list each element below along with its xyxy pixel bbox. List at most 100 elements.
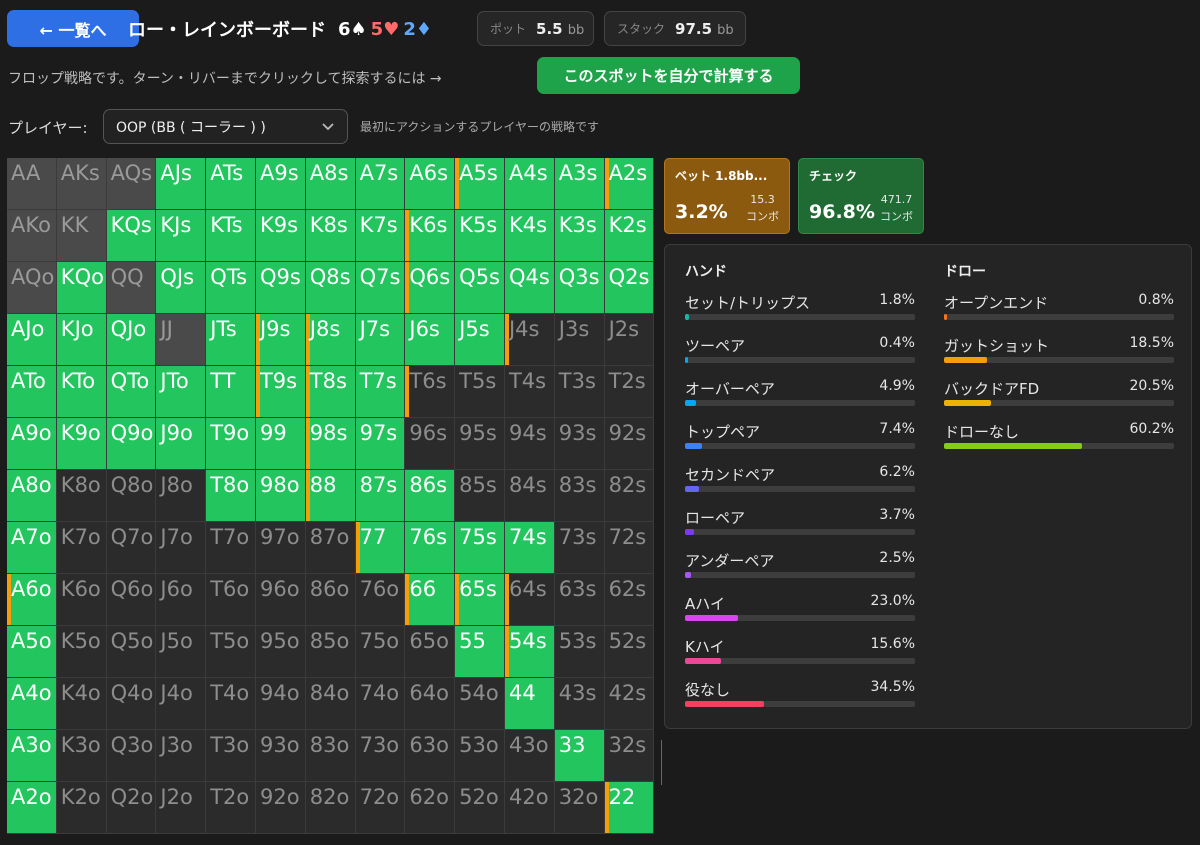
hand-cell-K5s[interactable]: K5s (455, 210, 505, 262)
hand-cell-95o[interactable]: 95o (255, 626, 306, 678)
hand-cell-95s[interactable]: 95s (455, 418, 505, 470)
hand-cell-QQ[interactable]: QQ (106, 262, 157, 314)
hand-cell-J3o[interactable]: J3o (156, 730, 207, 782)
hand-cell-Q2o[interactable]: Q2o (106, 782, 157, 834)
category-row[interactable]: アンダーペア 2.5% (685, 550, 915, 593)
hand-cell-J2s[interactable]: J2s (604, 314, 655, 366)
hand-cell-K4o[interactable]: K4o (56, 678, 107, 730)
hand-cell-J7o[interactable]: J7o (156, 522, 207, 574)
hand-cell-63s[interactable]: 63s (554, 574, 605, 626)
hand-cell-87s[interactable]: 87s (355, 470, 406, 522)
hand-cell-T3o[interactable]: T3o (206, 730, 256, 782)
hand-cell-53s[interactable]: 53s (554, 626, 605, 678)
hand-cell-JJ[interactable]: JJ (156, 314, 207, 366)
hand-cell-AKo[interactable]: AKo (7, 210, 57, 262)
hand-cell-T8s[interactable]: T8s (305, 366, 356, 418)
hand-cell-42o[interactable]: 42o (504, 782, 555, 834)
hand-cell-92o[interactable]: 92o (255, 782, 306, 834)
hand-cell-K2o[interactable]: K2o (56, 782, 107, 834)
hand-cell-T5s[interactable]: T5s (455, 366, 505, 418)
hand-cell-A2o[interactable]: A2o (7, 782, 57, 834)
hand-cell-74s[interactable]: 74s (504, 522, 555, 574)
hand-cell-J7s[interactable]: J7s (355, 314, 406, 366)
calculate-spot-button[interactable]: このスポットを自分で計算する (537, 57, 800, 94)
hand-cell-93s[interactable]: 93s (554, 418, 605, 470)
hand-cell-82o[interactable]: 82o (305, 782, 356, 834)
hand-cell-97o[interactable]: 97o (255, 522, 306, 574)
hand-cell-82s[interactable]: 82s (604, 470, 655, 522)
hand-cell-Q8o[interactable]: Q8o (106, 470, 157, 522)
hand-cell-T6o[interactable]: T6o (206, 574, 256, 626)
hand-cell-K3s[interactable]: K3s (554, 210, 605, 262)
hand-cell-88[interactable]: 88 (305, 470, 356, 522)
hand-cell-A4o[interactable]: A4o (7, 678, 57, 730)
hand-cell-86o[interactable]: 86o (305, 574, 356, 626)
category-row[interactable]: オーバーペア 4.9% (685, 378, 915, 421)
hand-cell-72o[interactable]: 72o (355, 782, 406, 834)
hand-cell-J5s[interactable]: J5s (455, 314, 505, 366)
hand-cell-J4o[interactable]: J4o (156, 678, 207, 730)
hand-cell-A4s[interactable]: A4s (504, 158, 555, 210)
hand-cell-K6o[interactable]: K6o (56, 574, 107, 626)
hand-cell-KQo[interactable]: KQo (56, 262, 107, 314)
hand-cell-KK[interactable]: KK (56, 210, 107, 262)
hand-cell-T5o[interactable]: T5o (206, 626, 256, 678)
hand-cell-85o[interactable]: 85o (305, 626, 356, 678)
hand-cell-83o[interactable]: 83o (305, 730, 356, 782)
hand-cell-A5s[interactable]: A5s (455, 158, 505, 210)
hand-cell-AA[interactable]: AA (7, 158, 57, 210)
hand-cell-ATs[interactable]: ATs (206, 158, 256, 210)
category-row[interactable]: ガットショット 18.5% (944, 335, 1174, 378)
hand-cell-J6s[interactable]: J6s (405, 314, 456, 366)
hand-cell-Q6s[interactable]: Q6s (405, 262, 456, 314)
hand-cell-98s[interactable]: 98s (305, 418, 356, 470)
hand-cell-93o[interactable]: 93o (255, 730, 306, 782)
hand-cell-T2o[interactable]: T2o (206, 782, 256, 834)
hand-cell-AJs[interactable]: AJs (156, 158, 207, 210)
hand-cell-44[interactable]: 44 (504, 678, 555, 730)
category-row[interactable]: バックドアFD 20.5% (944, 378, 1174, 421)
hand-cell-K5o[interactable]: K5o (56, 626, 107, 678)
hand-cell-83s[interactable]: 83s (554, 470, 605, 522)
hand-cell-J8s[interactable]: J8s (305, 314, 356, 366)
hand-cell-T7s[interactable]: T7s (355, 366, 406, 418)
hand-cell-94s[interactable]: 94s (504, 418, 555, 470)
hand-cell-22[interactable]: 22 (604, 782, 655, 834)
hand-cell-52s[interactable]: 52s (604, 626, 655, 678)
hand-cell-64o[interactable]: 64o (405, 678, 456, 730)
hand-cell-K3o[interactable]: K3o (56, 730, 107, 782)
hand-cell-Q9s[interactable]: Q9s (255, 262, 306, 314)
category-row[interactable]: セカンドペア 6.2% (685, 464, 915, 507)
category-row[interactable]: Aハイ 23.0% (685, 593, 915, 636)
hand-cell-72s[interactable]: 72s (604, 522, 655, 574)
hand-cell-87o[interactable]: 87o (305, 522, 356, 574)
hand-cell-KQs[interactable]: KQs (106, 210, 157, 262)
hand-cell-Q7s[interactable]: Q7s (355, 262, 406, 314)
hand-cell-62s[interactable]: 62s (604, 574, 655, 626)
hand-cell-Q4s[interactable]: Q4s (504, 262, 555, 314)
hand-cell-Q6o[interactable]: Q6o (106, 574, 157, 626)
hand-cell-43o[interactable]: 43o (504, 730, 555, 782)
hand-cell-J5o[interactable]: J5o (156, 626, 207, 678)
hand-cell-K4s[interactable]: K4s (504, 210, 555, 262)
hand-cell-92s[interactable]: 92s (604, 418, 655, 470)
hand-cell-AQo[interactable]: AQo (7, 262, 57, 314)
hand-cell-A9s[interactable]: A9s (255, 158, 306, 210)
hand-cell-J3s[interactable]: J3s (554, 314, 605, 366)
hand-cell-TT[interactable]: TT (206, 366, 256, 418)
hand-cell-AJo[interactable]: AJo (7, 314, 57, 366)
hand-cell-Q3s[interactable]: Q3s (554, 262, 605, 314)
category-row[interactable]: ローペア 3.7% (685, 507, 915, 550)
hand-cell-J2o[interactable]: J2o (156, 782, 207, 834)
hand-cell-76s[interactable]: 76s (405, 522, 456, 574)
hand-cell-Q5s[interactable]: Q5s (455, 262, 505, 314)
hand-cell-32o[interactable]: 32o (554, 782, 605, 834)
hand-cell-84o[interactable]: 84o (305, 678, 356, 730)
hand-cell-J9o[interactable]: J9o (156, 418, 207, 470)
hand-cell-54o[interactable]: 54o (455, 678, 505, 730)
hand-cell-52o[interactable]: 52o (455, 782, 505, 834)
hand-cell-T8o[interactable]: T8o (206, 470, 256, 522)
hand-cell-94o[interactable]: 94o (255, 678, 306, 730)
hand-cell-63o[interactable]: 63o (405, 730, 456, 782)
action-bet-card[interactable]: ベット 1.8bb... 3.2% 15.3 コンボ (664, 158, 790, 234)
